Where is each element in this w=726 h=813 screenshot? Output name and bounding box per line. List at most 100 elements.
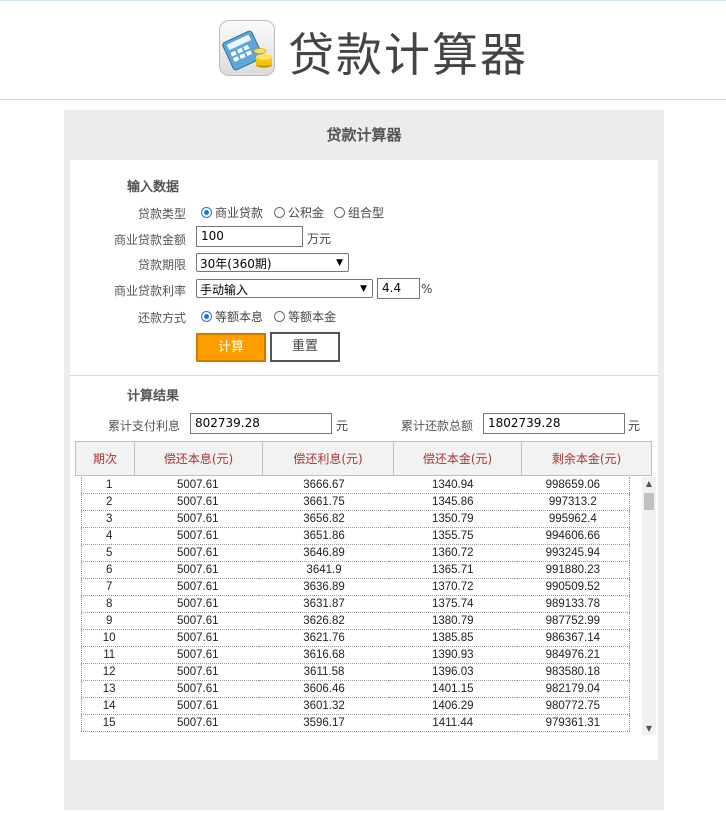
table-cell: 3616.68 (259, 646, 389, 664)
table-cell: 994606.66 (516, 527, 630, 545)
table-cell: 1385.85 (388, 629, 517, 647)
table-cell: 13 (81, 680, 137, 698)
rate-label: 商业贷款利率 (113, 284, 186, 298)
loan-term-value: 30年(360期) (200, 257, 272, 271)
table-row: 15 5007.61 3596.17 1411.44 979361.31 (81, 714, 630, 732)
table-cell: 14 (81, 697, 137, 715)
table-cell: 3656.82 (259, 510, 389, 528)
column-header: 偿还利息(元) (263, 442, 394, 475)
table-row: 1 5007.61 3666.67 1340.94 998659.06 (81, 477, 630, 494)
radio-equal-installment[interactable]: 等额本息 (201, 308, 263, 325)
table-cell: 3641.9 (259, 561, 389, 579)
table-row: 5 5007.61 3646.89 1360.72 993245.94 (81, 544, 630, 562)
radio-selected-icon[interactable] (201, 311, 212, 322)
table-cell: 1345.86 (388, 493, 517, 511)
column-header: 剩余本金(元) (551, 452, 622, 466)
table-cell: 1375.74 (388, 595, 517, 613)
table-cell: 5007.61 (136, 578, 260, 596)
table-cell: 5007.61 (136, 629, 260, 647)
radio-provident-fund[interactable]: 公积金 (274, 204, 324, 221)
loan-term-select[interactable]: 30年(360期) ▼ (196, 253, 349, 272)
calculator-coins-icon (219, 20, 275, 76)
table-cell: 3611.58 (259, 663, 389, 681)
result-section-title: 计算结果 (127, 389, 180, 404)
table-cell: 1370.72 (388, 578, 517, 596)
column-header: 期次 (76, 442, 135, 475)
table-cell: 3621.76 (259, 629, 389, 647)
scroll-up-icon[interactable]: ▲ (642, 479, 656, 488)
radio-unselected-icon[interactable] (274, 207, 285, 218)
method-label: 还款方式 (137, 311, 186, 325)
table-row: 13 5007.61 3606.46 1401.15 982179.04 (81, 680, 630, 698)
radio-commercial-loan[interactable]: 商业贷款 (201, 204, 263, 221)
table-row: 14 5007.61 3601.32 1406.29 980772.75 (81, 697, 630, 715)
table-cell: 4 (81, 527, 137, 545)
table-row: 2 5007.61 3661.75 1345.86 997313.2 (81, 493, 630, 511)
reset-button[interactable]: 重置 (270, 332, 340, 362)
site-header: 贷款计算器 (0, 1, 726, 99)
table-cell: 15 (81, 714, 137, 732)
schedule-list[interactable]: 1 5007.61 3666.67 1340.94 998659.06 2 5007.61 3… (81, 477, 630, 735)
table-row: 11 5007.61 3616.68 1390.93 984976.21 (81, 646, 630, 664)
rate-input[interactable]: 4.4 (377, 278, 420, 299)
rate-mode-value: 手动输入 (200, 283, 249, 297)
section-divider (70, 375, 658, 376)
total-payment-unit: 元 (628, 419, 641, 433)
schedule-scrollbar[interactable]: ▲ ▼ (642, 477, 656, 735)
total-payment-field[interactable]: 1802739.28 (483, 413, 625, 434)
table-cell: 5 (81, 544, 137, 562)
radio-combined-loan[interactable]: 组合型 (334, 204, 384, 221)
table-row: 4 5007.61 3651.86 1355.75 994606.66 (81, 527, 630, 545)
table-cell: 986367.14 (516, 629, 630, 647)
table-cell: 5007.61 (136, 663, 260, 681)
table-cell: 5007.61 (136, 561, 260, 579)
table-cell: 987752.99 (516, 612, 630, 630)
table-row: 8 5007.61 3631.87 1375.74 989133.78 (81, 595, 630, 613)
table-cell: 1411.44 (388, 714, 517, 732)
radio-unselected-icon[interactable] (274, 311, 285, 322)
table-cell: 11 (81, 646, 137, 664)
total-interest-field[interactable]: 802739.28 (190, 413, 332, 434)
table-cell: 5007.61 (136, 680, 260, 698)
panel-title: 贷款计算器 (326, 126, 402, 144)
loan-type-label: 贷款类型 (137, 207, 186, 221)
table-cell: 1 (81, 477, 137, 494)
table-row: 6 5007.61 3641.9 1365.71 991880.23 (81, 561, 630, 579)
term-label: 贷款期限 (137, 258, 186, 272)
table-cell: 3646.89 (259, 544, 389, 562)
table-cell: 997313.2 (516, 493, 630, 511)
chevron-down-icon: ▼ (336, 258, 343, 268)
radio-label: 公积金 (288, 206, 325, 220)
table-cell: 1390.93 (388, 646, 517, 664)
scroll-thumb[interactable] (644, 493, 654, 510)
table-cell: 1401.15 (388, 680, 517, 698)
table-cell: 7 (81, 578, 137, 596)
table-row: 7 5007.61 3636.89 1370.72 990509.52 (81, 578, 630, 596)
table-cell: 9 (81, 612, 137, 630)
table-cell: 5007.61 (136, 544, 260, 562)
radio-selected-icon[interactable] (201, 207, 212, 218)
table-cell: 3606.46 (259, 680, 389, 698)
amount-unit: 万元 (307, 232, 332, 246)
table-cell: 3601.32 (259, 697, 389, 715)
table-cell: 3661.75 (259, 493, 389, 511)
table-cell: 3596.17 (259, 714, 389, 732)
calculate-button[interactable]: 计算 (196, 333, 266, 362)
table-cell: 993245.94 (516, 544, 630, 562)
loan-amount-input[interactable]: 100 (196, 226, 303, 247)
radio-label: 等额本息 (215, 310, 264, 324)
rate-unit: % (421, 282, 433, 296)
table-cell: 8 (81, 595, 137, 613)
table-cell: 6 (81, 561, 137, 579)
table-row: 10 5007.61 3621.76 1385.85 986367.14 (81, 629, 630, 647)
total-interest-label: 累计支付利息 (107, 419, 180, 433)
radio-equal-principal[interactable]: 等额本金 (274, 308, 336, 325)
radio-unselected-icon[interactable] (334, 207, 345, 218)
table-cell: 982179.04 (516, 680, 630, 698)
radio-label: 组合型 (348, 206, 385, 220)
app-title: 贷款计算器 (288, 28, 528, 82)
table-cell: 3631.87 (259, 595, 389, 613)
header-divider (0, 99, 726, 100)
scroll-down-icon[interactable]: ▼ (642, 724, 656, 733)
rate-mode-select[interactable]: 手动输入 ▼ (196, 279, 373, 298)
